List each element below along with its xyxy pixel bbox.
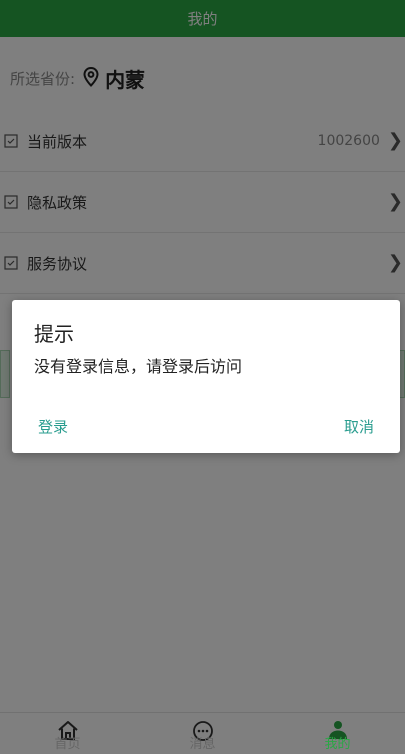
dialog-message: 没有登录信息，请登录后访问 xyxy=(34,357,243,376)
cancel-button[interactable]: 取消 xyxy=(344,416,374,437)
tab-label: 首页 xyxy=(54,737,81,752)
dialog-title: 提示 xyxy=(34,322,74,346)
tab-label: 我的 xyxy=(324,737,351,752)
login-button[interactable]: 登录 xyxy=(38,416,68,437)
login-prompt-dialog: 提示 没有登录信息，请登录后访问 登录 取消 xyxy=(12,300,400,453)
tab-label: 消息 xyxy=(189,737,216,752)
